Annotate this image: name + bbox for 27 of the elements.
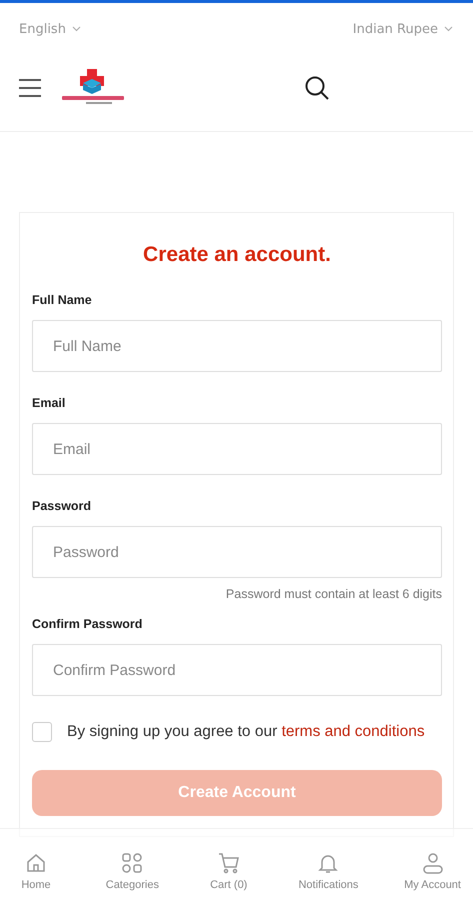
- terms-text: By signing up you agree to our terms and conditions: [67, 722, 425, 742]
- field-label: Email: [32, 396, 66, 410]
- currency-selector[interactable]: Indian Rupee: [352, 22, 453, 36]
- grid-icon: [120, 851, 144, 875]
- chevron-down-icon: [444, 26, 453, 32]
- cart-icon: [216, 851, 241, 875]
- field-label: Password: [32, 499, 92, 513]
- nav-item[interactable]: Notifications: [292, 829, 364, 900]
- terms-link[interactable]: terms and conditions: [282, 723, 425, 740]
- input-field[interactable]: Password: [32, 526, 442, 578]
- nav-item[interactable]: My Account: [398, 829, 467, 900]
- input-field[interactable]: Full Name: [32, 320, 442, 372]
- field-label: Full Name: [32, 293, 93, 307]
- nav-item[interactable]: Categories: [100, 829, 165, 900]
- form-title: Create an account.: [142, 243, 332, 267]
- checkbox[interactable]: [32, 722, 52, 742]
- menu-icon[interactable]: [18, 78, 42, 98]
- nav-item[interactable]: Cart (0): [198, 829, 259, 900]
- hint-text: Password must contain at least 6 digits: [226, 587, 442, 601]
- nav-item[interactable]: Home: [6, 829, 66, 900]
- language-selector[interactable]: English: [19, 22, 81, 36]
- search-icon[interactable]: [304, 75, 330, 101]
- user-icon: [420, 851, 445, 875]
- chevron-down-icon: [72, 26, 81, 32]
- input-field[interactable]: Email: [32, 423, 442, 475]
- field-label: Confirm Password: [32, 617, 144, 631]
- input-field[interactable]: Confirm Password: [32, 644, 442, 696]
